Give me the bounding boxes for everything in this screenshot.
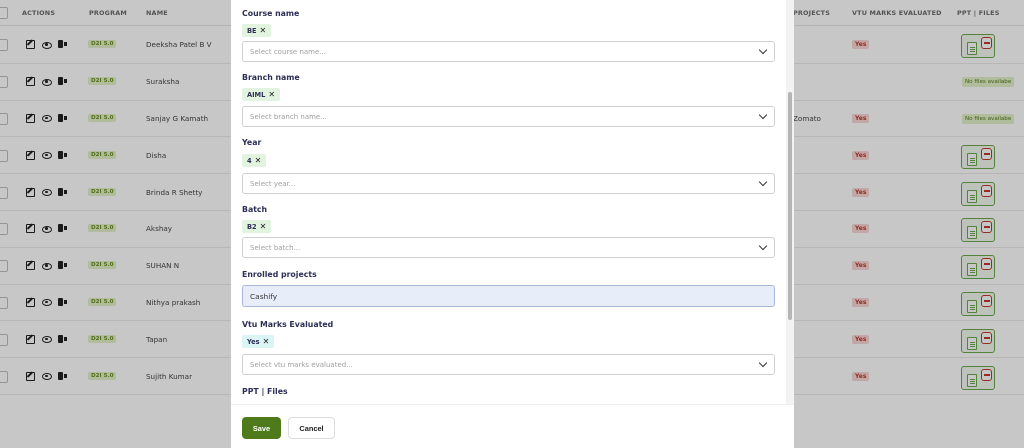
branch-name-select[interactable]: Select branch name... <box>242 106 775 127</box>
scrollbar-thumb[interactable] <box>788 92 792 320</box>
remove-batch-icon[interactable]: ✕ <box>260 222 267 231</box>
modal-footer: Save Cancel <box>231 404 794 448</box>
save-button[interactable]: Save <box>242 417 281 439</box>
enrolled-projects-input[interactable]: Cashify <box>242 285 775 307</box>
year-placeholder: Select year... <box>250 180 296 188</box>
year-label: Year <box>242 138 262 147</box>
cancel-button[interactable]: Cancel <box>288 417 335 439</box>
chevron-down-icon <box>758 45 768 55</box>
vtu-marks-select[interactable]: Select vtu marks evaluated... <box>242 354 775 375</box>
branch-chip-text: AIML <box>247 90 266 99</box>
edit-student-modal: Course name BE ✕ Select course name... B… <box>231 0 794 448</box>
branch-chip: AIML ✕ <box>242 88 281 101</box>
branch-name-label: Branch name <box>242 73 300 82</box>
remove-year-icon[interactable]: ✕ <box>255 156 262 165</box>
remove-course-icon[interactable]: ✕ <box>260 26 267 35</box>
course-chip-text: BE <box>247 26 257 35</box>
batch-select[interactable]: Select batch... <box>242 237 775 258</box>
batch-placeholder: Select batch... <box>250 244 301 252</box>
course-chip: BE ✕ <box>242 24 272 37</box>
chevron-down-icon <box>758 358 768 368</box>
vtu-marks-label: Vtu Marks Evaluated <box>242 320 334 329</box>
vtu-chip-text: Yes <box>247 337 260 346</box>
vtu-placeholder: Select vtu marks evaluated... <box>250 361 353 369</box>
chevron-down-icon <box>758 110 768 120</box>
remove-branch-icon[interactable]: ✕ <box>268 90 275 99</box>
course-name-select[interactable]: Select course name... <box>242 41 775 62</box>
course-placeholder: Select course name... <box>250 48 326 56</box>
branch-placeholder: Select branch name... <box>250 113 327 121</box>
vtu-chip: Yes ✕ <box>242 335 275 348</box>
batch-chip-text: B2 <box>247 222 257 231</box>
course-name-label: Course name <box>242 9 300 18</box>
batch-chip: B2 ✕ <box>242 220 272 233</box>
enrolled-projects-value: Cashify <box>250 292 278 301</box>
year-select[interactable]: Select year... <box>242 173 775 194</box>
chevron-down-icon <box>758 177 768 187</box>
ppt-files-label: PPT | Files <box>242 387 288 396</box>
year-chip: 4 ✕ <box>242 154 267 167</box>
year-chip-text: 4 <box>247 156 252 165</box>
modal-body: Course name BE ✕ Select course name... B… <box>231 0 794 404</box>
batch-label: Batch <box>242 205 268 214</box>
remove-vtu-icon[interactable]: ✕ <box>263 337 270 346</box>
enrolled-projects-label: Enrolled projects <box>242 270 317 279</box>
chevron-down-icon <box>758 241 768 251</box>
